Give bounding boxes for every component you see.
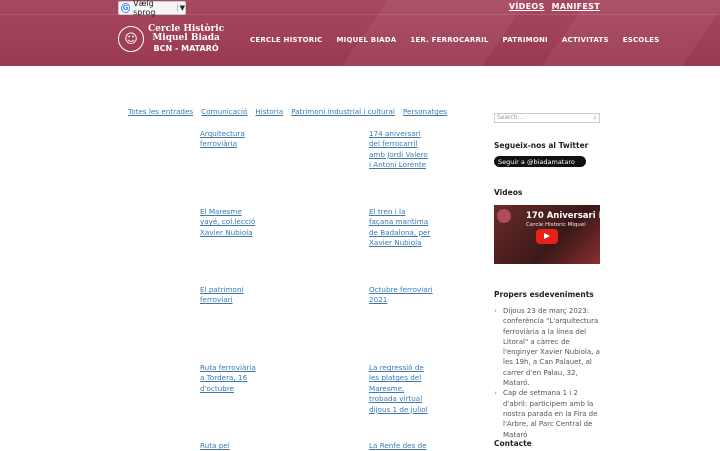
language-selector-label: Vælg sprog <box>133 0 156 17</box>
play-icon[interactable] <box>536 229 558 244</box>
events-widget-title: Propers esdeveniments <box>494 290 594 299</box>
google-icon: G <box>121 3 131 13</box>
top-links: VÍDEOS MANIFEST <box>505 2 600 11</box>
nav-cercle-historic[interactable]: CERCLE HISTORIC <box>250 36 323 44</box>
chevron-down-icon: ▼ <box>176 4 185 12</box>
filter-personatges[interactable]: Personatges <box>403 107 447 116</box>
video-channel: Cercle Historic Miquel <box>526 222 586 228</box>
language-selector[interactable]: G Vælg sprog ▼ <box>118 0 186 17</box>
nav-escoles[interactable]: ESCOLES <box>623 36 660 44</box>
filter-comunicacio[interactable]: Comunicació <box>201 107 247 116</box>
twitter-widget-title: Segueix-nos al Twitter <box>494 141 589 150</box>
post-link[interactable]: 174 aniversari del ferrocarril amb Jordi… <box>369 129 431 171</box>
channel-avatar <box>497 209 511 223</box>
header-divider <box>0 14 720 15</box>
video-thumbnail[interactable]: 170 Aniversari F Cercle Historic Miquel <box>494 205 600 264</box>
post-link[interactable]: Ruta ferroviària a Tordera, 16 d'octubre <box>200 363 260 394</box>
videos-widget-title: Videos <box>494 188 523 197</box>
search-placeholder: Search... <box>497 114 524 121</box>
link-videos[interactable]: VÍDEOS <box>509 2 545 11</box>
post-link[interactable]: La regressió de les platges del Maresme,… <box>369 363 433 415</box>
nav-miquel-biada[interactable]: MIQUEL BIADA <box>337 36 397 44</box>
nav-1er-ferrocarril[interactable]: 1ER. FERROCARRIL <box>410 36 488 44</box>
search-icon[interactable]: ⌕ <box>593 114 597 122</box>
filter-all[interactable]: Totes les entrades <box>128 107 193 116</box>
nav-activitats[interactable]: ACTIVITATS <box>562 36 609 44</box>
post-link[interactable]: El Maresme yayé, col.lecció Xavier Nubio… <box>200 207 260 238</box>
filter-patrimoni[interactable]: Patrimoni industrial i cultural <box>291 107 395 116</box>
video-title: 170 Aniversari F <box>526 211 600 221</box>
site-logo[interactable]: ☺ Cercle Històric Miquel Biada BCN - MAT… <box>118 25 224 53</box>
post-link[interactable]: Arquitectura ferroviària <box>200 129 266 150</box>
post-link[interactable]: El tren i la façana marítima de Badalona… <box>369 207 431 249</box>
logo-line-3: BCN - MATARÓ <box>153 44 219 53</box>
events-list: Dijous 23 de març 2023: conferència "L'a… <box>494 306 604 440</box>
search-input[interactable]: Search... ⌕ <box>494 113 600 123</box>
category-filters: Totes les entrades Comunicació Historia … <box>128 107 455 116</box>
site-header: G Vælg sprog ▼ VÍDEOS MANIFEST ☺ Cercle … <box>0 0 720 66</box>
main-nav: CERCLE HISTORIC MIQUEL BIADA 1ER. FERROC… <box>250 36 673 44</box>
twitter-follow-label: Seguir a @biadamataro <box>498 157 575 166</box>
filter-historia[interactable]: Historia <box>255 107 283 116</box>
contact-widget-title: Contacte <box>494 439 532 448</box>
post-link[interactable]: El patrimoni ferroviari <box>200 285 244 306</box>
event-item: Cap de setmana 1 i 2 d'abril: participem… <box>494 388 604 439</box>
event-item: Dijous 23 de març 2023: conferència "L'a… <box>494 306 604 388</box>
logo-text: Cercle Històric Miquel Biada BCN - MATAR… <box>148 25 224 54</box>
logo-line-2: Miquel Biada <box>152 33 220 43</box>
nav-patrimoni[interactable]: PATRIMONI <box>503 36 548 44</box>
post-link[interactable]: Octubre ferroviari 2021 <box>369 285 435 306</box>
logo-portrait-icon: ☺ <box>118 26 144 52</box>
link-manifest[interactable]: MANIFEST <box>552 2 600 11</box>
twitter-follow-button[interactable]: Seguir a @biadamataro <box>494 156 586 167</box>
